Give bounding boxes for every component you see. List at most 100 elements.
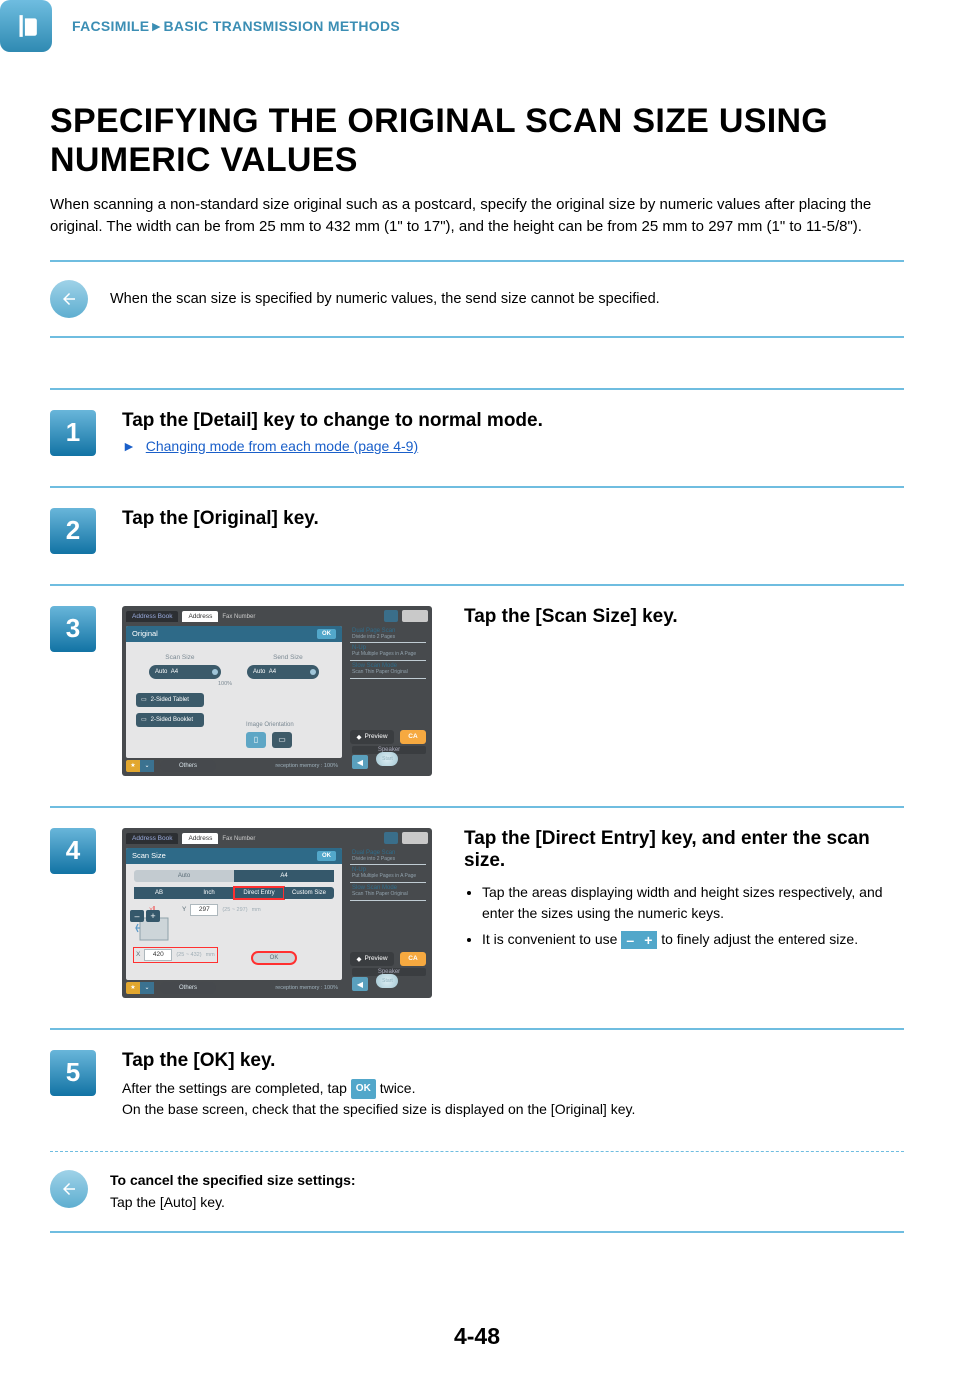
step-1-title: Tap the [Detail] key to change to normal… bbox=[122, 410, 904, 432]
breadcrumb: FACSIMILE►BASIC TRANSMISSION METHODS bbox=[72, 18, 400, 34]
plus-minus-inline: –+ bbox=[621, 931, 657, 949]
ss-scan-size-pill: Auto A4 bbox=[149, 665, 221, 679]
ss-ok-button: OK bbox=[317, 851, 336, 861]
ss-preview-button: ◆ Preview bbox=[350, 730, 394, 744]
ss-send-size-label: Send Size bbox=[273, 654, 303, 661]
changing-mode-link[interactable]: Changing mode from each mode (page 4-9) bbox=[146, 438, 418, 454]
step-5-line2: On the base screen, check that the speci… bbox=[122, 1099, 904, 1121]
ss-y-value: 297 bbox=[190, 904, 218, 916]
minus-icon: – bbox=[621, 931, 639, 949]
ss-tab-direct-entry: Direct Entry bbox=[234, 887, 284, 899]
ss-play-icon: ◀ bbox=[352, 977, 368, 991]
ss-right-panel: Dual Page ScanDivide into 2 Pages N-UpPu… bbox=[350, 626, 426, 679]
ss-others-button: Others bbox=[160, 982, 216, 994]
star-icon: ★ bbox=[126, 760, 140, 772]
step-1: 1 Tap the [Detail] key to change to norm… bbox=[50, 388, 904, 486]
ss-address-book-tab: Address Book bbox=[126, 833, 178, 844]
ss-start-button: Start bbox=[376, 974, 398, 988]
ss-image-orientation-label: Image Orientation bbox=[246, 722, 294, 728]
ss-x-label: X bbox=[136, 951, 140, 958]
step-4: 4 Address Book Address Fax Number Scan S… bbox=[50, 806, 904, 1028]
dashed-separator bbox=[50, 1151, 904, 1152]
ss-x-value: 420 bbox=[144, 949, 172, 961]
star-icon: ★ bbox=[126, 982, 140, 994]
cancel-block: To cancel the specified size settings: T… bbox=[50, 1170, 904, 1213]
step-3-screenshot: Address Book Address Fax Number Original… bbox=[122, 606, 432, 776]
step-4-bullets: Tap the areas displaying width and heigh… bbox=[464, 882, 904, 951]
arrow-icon: ► bbox=[122, 438, 136, 454]
ss-others-button: Others bbox=[160, 760, 216, 772]
step-number: 3 bbox=[50, 606, 96, 652]
step-number: 5 bbox=[50, 1050, 96, 1096]
ss-y-label: Y bbox=[182, 906, 186, 913]
search-icon bbox=[384, 832, 398, 844]
minus-icon: – bbox=[130, 910, 144, 922]
ok-badge-icon: OK bbox=[351, 1079, 376, 1099]
step-5: 5 Tap the [OK] key. After the settings a… bbox=[50, 1028, 904, 1133]
header-bar: FACSIMILE►BASIC TRANSMISSION METHODS bbox=[0, 0, 954, 72]
ss-tab-inch: Inch bbox=[184, 887, 234, 899]
ss-fax-number-label: Fax Number bbox=[222, 614, 255, 620]
ss-tab-ab: AB bbox=[134, 887, 184, 899]
ss-tab-auto: Auto bbox=[134, 870, 234, 882]
ss-address-tab: Address bbox=[182, 611, 218, 622]
plus-icon: + bbox=[639, 931, 657, 949]
ss-portrait-icon: ▯ bbox=[246, 732, 266, 748]
step-number: 1 bbox=[50, 410, 96, 456]
ss-plus-minus: – + bbox=[130, 910, 160, 922]
step-5-line1: After the settings are completed, tap OK… bbox=[122, 1078, 904, 1100]
chevron-down-icon: ⌄ bbox=[140, 982, 154, 994]
ss-address-tab: Address bbox=[182, 833, 218, 844]
step-2-title: Tap the [Original] key. bbox=[122, 508, 904, 530]
step-4-title: Tap the [Direct Entry] key, and enter th… bbox=[464, 828, 904, 872]
back-arrow-icon bbox=[50, 280, 88, 318]
intro-paragraph: When scanning a non-standard size origin… bbox=[50, 194, 904, 238]
bottom-rule bbox=[50, 1231, 904, 1233]
ss-panel-title: Scan Size bbox=[132, 851, 166, 860]
ss-panel-title: Original bbox=[132, 629, 158, 638]
step-2: 2 Tap the [Original] key. bbox=[50, 486, 904, 584]
step-4-bullet-2: It is convenient to use –+ to finely adj… bbox=[482, 929, 904, 951]
fax-icon bbox=[0, 0, 52, 52]
ss-play-icon: ◀ bbox=[352, 755, 368, 769]
step-5-title: Tap the [OK] key. bbox=[122, 1050, 904, 1072]
ss-y-range: (25 ~ 297) bbox=[222, 907, 247, 913]
note-text: When the scan size is specified by numer… bbox=[110, 291, 660, 307]
expand-icon bbox=[402, 832, 428, 844]
ss-preview-button: ◆ Preview bbox=[350, 952, 394, 966]
ss-ratio: 100% bbox=[218, 681, 342, 687]
step-3: 3 Address Book Address Fax Number Origin… bbox=[50, 584, 904, 806]
ss-address-book-tab: Address Book bbox=[126, 611, 178, 622]
ss-inner-ok-button: OK bbox=[252, 952, 296, 964]
page-number: 4-48 bbox=[0, 1323, 954, 1390]
ss-reception-memory: reception memory : 100% bbox=[216, 985, 342, 991]
step-4-screenshot: Address Book Address Fax Number Scan Siz… bbox=[122, 828, 432, 998]
ss-tab-a4: A4 bbox=[234, 870, 334, 882]
ss-landscape-icon: ▭ bbox=[272, 732, 292, 748]
step-1-link-line: ► Changing mode from each mode (page 4-9… bbox=[122, 438, 904, 454]
step-3-title: Tap the [Scan Size] key. bbox=[464, 606, 678, 628]
plus-icon: + bbox=[146, 910, 160, 922]
step-4-bullet-1: Tap the areas displaying width and heigh… bbox=[482, 882, 904, 925]
ss-ok-button: OK bbox=[317, 629, 336, 639]
cancel-title: To cancel the specified size settings: bbox=[110, 1170, 356, 1192]
search-icon bbox=[384, 610, 398, 622]
step-number: 2 bbox=[50, 508, 96, 554]
ss-ca-button: CA bbox=[400, 952, 426, 966]
ss-2sided-tablet: ▭2-Sided Tablet bbox=[136, 693, 204, 707]
ss-ca-button: CA bbox=[400, 730, 426, 744]
ss-x-range: (25 ~ 432) bbox=[176, 952, 201, 958]
ss-start-button: Start bbox=[376, 752, 398, 766]
ss-scan-size-label: Scan Size bbox=[165, 654, 194, 661]
ss-reception-memory: reception memory : 100% bbox=[216, 763, 342, 769]
expand-icon bbox=[402, 610, 428, 622]
step-number: 4 bbox=[50, 828, 96, 874]
ss-right-panel: Dual Page ScanDivide into 2 Pages N-UpPu… bbox=[350, 848, 426, 901]
note-block: When the scan size is specified by numer… bbox=[50, 260, 904, 338]
chevron-down-icon: ⌄ bbox=[140, 760, 154, 772]
ss-tab-custom: Custom Size bbox=[284, 887, 334, 899]
back-arrow-icon bbox=[50, 1170, 88, 1208]
ss-send-size-pill: Auto A4 bbox=[247, 665, 319, 679]
page-title: SPECIFYING THE ORIGINAL SCAN SIZE USING … bbox=[50, 102, 904, 180]
cancel-body: Tap the [Auto] key. bbox=[110, 1192, 356, 1214]
